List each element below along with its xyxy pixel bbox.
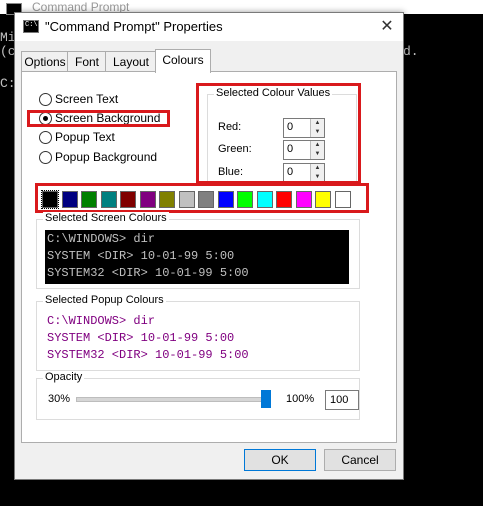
preview-line: C:\WINDOWS> dir	[47, 314, 156, 328]
command-prompt-icon	[23, 20, 39, 33]
dialog-titlebar: "Command Prompt" Properties ✕	[15, 13, 403, 41]
ok-button[interactable]: OK	[244, 449, 316, 471]
opacity-min-label: 30%	[48, 393, 71, 405]
screen-colours-group: Selected Screen Colours C:\WINDOWS> dir …	[36, 212, 360, 289]
annotation-highlight	[35, 183, 369, 213]
opacity-max-label: 100%	[286, 393, 315, 405]
preview-line: C:\WINDOWS> dir	[47, 232, 156, 246]
tab-layout[interactable]: Layout	[105, 51, 157, 72]
tab-options[interactable]: Options	[21, 51, 69, 72]
console-line: d.	[403, 44, 419, 59]
colours-panel: Screen Text Screen Background Popup Text…	[21, 71, 397, 443]
radio-button[interactable]	[39, 151, 52, 164]
group-title: Selected Screen Colours	[43, 212, 169, 224]
tab-colours[interactable]: Colours	[155, 49, 211, 73]
preview-line: SYSTEM <DIR> 10-01-99 5:00	[47, 331, 235, 345]
cancel-button[interactable]: Cancel	[324, 449, 396, 471]
group-title: Opacity	[43, 371, 85, 383]
preview-line: SYSTEM <DIR> 10-01-99 5:00	[47, 249, 235, 263]
opacity-value-field[interactable]: 100	[325, 390, 359, 410]
radio-label: Screen Text	[55, 92, 119, 106]
properties-dialog: "Command Prompt" Properties ✕ Options Fo…	[14, 12, 404, 480]
group-title: Selected Popup Colours	[43, 294, 166, 306]
close-button[interactable]: ✕	[371, 13, 403, 41]
preview-line: SYSTEM32 <DIR> 10-01-99 5:00	[47, 348, 249, 362]
annotation-highlight	[27, 110, 170, 127]
dialog-title: "Command Prompt" Properties	[45, 19, 223, 34]
tab-font[interactable]: Font	[67, 51, 107, 72]
radio-label: Popup Background	[55, 150, 158, 164]
preview-line: SYSTEM32 <DIR> 10-01-99 5:00	[47, 266, 249, 280]
radio-label: Popup Text	[55, 130, 115, 144]
opacity-slider-track[interactable]	[76, 397, 268, 402]
annotation-highlight	[196, 83, 361, 184]
radio-button[interactable]	[39, 131, 52, 144]
radio-button[interactable]	[39, 93, 52, 106]
popup-colours-group: Selected Popup Colours C:\WINDOWS> dir S…	[36, 294, 360, 371]
screen-preview: C:\WINDOWS> dir SYSTEM <DIR> 10-01-99 5:…	[45, 230, 349, 284]
opacity-slider-thumb[interactable]	[261, 390, 271, 408]
popup-preview: C:\WINDOWS> dir SYSTEM <DIR> 10-01-99 5:…	[45, 312, 349, 366]
